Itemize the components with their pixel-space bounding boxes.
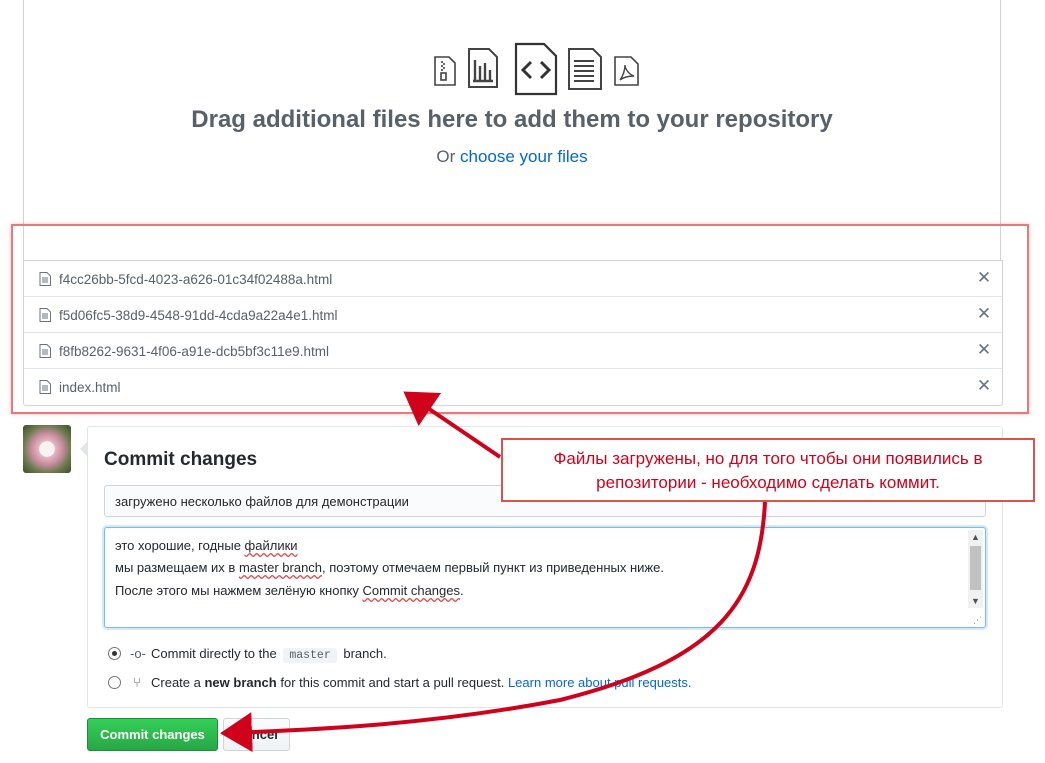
choose-files-prefix: Or <box>436 147 461 166</box>
commit-heading: Commit changes <box>104 449 258 470</box>
pdf-file-icon <box>614 56 639 86</box>
textarea-scrollbar[interactable]: ▲ ▼ <box>968 530 983 608</box>
file-drop-zone[interactable]: Drag additional files here to add them t… <box>23 0 1001 260</box>
file-name: index.html <box>59 380 121 395</box>
choose-files-link[interactable]: choose your files <box>460 147 588 166</box>
commit-direct-radio[interactable] <box>108 647 121 660</box>
avatar[interactable] <box>23 425 71 473</box>
text-file-icon <box>568 48 602 90</box>
branch-name-badge: master <box>283 648 337 663</box>
remove-file-icon[interactable]: ✕ <box>976 305 992 323</box>
scroll-up-icon[interactable]: ▲ <box>968 530 983 544</box>
remove-file-icon[interactable]: ✕ <box>976 269 992 287</box>
file-name: f5d06fc5-38d9-4548-91dd-4cda9a22a4e1.htm… <box>59 308 338 323</box>
file-row: f5d06fc5-38d9-4548-91dd-4cda9a22a4e1.htm… <box>24 297 1002 333</box>
annotation-line: Файлы загружены, но для того чтобы они п… <box>553 449 983 468</box>
file-row: f4cc26bb-5fcd-4023-a626-01c34f02488a.htm… <box>24 261 1002 297</box>
drag-files-heading: Drag additional files here to add them t… <box>191 106 833 133</box>
remove-file-icon[interactable]: ✕ <box>976 377 992 395</box>
description-line: мы размещаем их в master branch, поэтому… <box>115 560 664 575</box>
file-name: f8fb8262-9631-4f06-a91e-dcb5bf3c11e9.htm… <box>59 344 329 359</box>
commit-description-textarea[interactable]: это хорошие, годные файлики мы размещаем… <box>104 527 986 628</box>
file-type-icons <box>432 42 652 98</box>
commit-direct-option[interactable]: -o- Commit directly to the master branch. <box>108 646 387 663</box>
file-icon <box>39 272 51 286</box>
git-commit-icon: -o- <box>130 646 146 661</box>
file-row: f8fb8262-9631-4f06-a91e-dcb5bf3c11e9.htm… <box>24 333 1002 369</box>
annotation-line: репозитории - необходимо сделать коммит. <box>596 473 940 492</box>
remove-file-icon[interactable]: ✕ <box>976 341 992 359</box>
new-branch-option[interactable]: ⑂ Create a new branch for this commit and… <box>108 675 692 690</box>
zip-file-icon <box>434 56 456 86</box>
file-row: index.html ✕ <box>24 369 1002 405</box>
scrollbar-thumb[interactable] <box>970 546 981 590</box>
description-line: После этого мы нажмем зелёную кнопку Com… <box>115 583 464 598</box>
annotation-callout: Файлы загружены, но для того чтобы они п… <box>501 438 1035 502</box>
pull-request-icon: ⑂ <box>133 675 141 690</box>
learn-pull-requests-link[interactable]: Learn more about pull requests. <box>508 675 692 690</box>
commit-changes-button[interactable]: Commit changes <box>87 718 218 751</box>
file-icon <box>39 380 51 394</box>
new-branch-radio[interactable] <box>108 676 121 689</box>
file-name: f4cc26bb-5fcd-4023-a626-01c34f02488a.htm… <box>59 272 333 287</box>
code-file-icon <box>514 42 558 96</box>
scroll-down-icon[interactable]: ▼ <box>968 594 983 608</box>
chart-file-icon <box>468 48 498 88</box>
file-icon <box>39 308 51 322</box>
resize-grip-icon[interactable]: ⋰ <box>973 616 982 625</box>
file-icon <box>39 344 51 358</box>
cancel-button[interactable]: Cancel <box>223 718 290 751</box>
choose-files-line: Or choose your files <box>24 147 1000 167</box>
uploaded-file-list: f4cc26bb-5fcd-4023-a626-01c34f02488a.htm… <box>23 260 1003 406</box>
description-line: это хорошие, годные файлики <box>115 538 298 553</box>
